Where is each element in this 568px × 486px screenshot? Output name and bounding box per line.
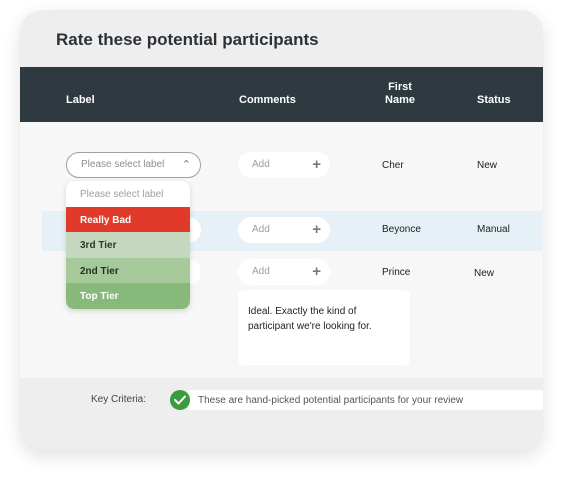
status-cell: New	[474, 268, 495, 279]
status-cell: Manual	[477, 224, 510, 235]
label-dropdown-menu: Please select label Really Bad 3rd Tier …	[66, 181, 190, 309]
plus-icon: +	[312, 156, 321, 173]
table-header: Label Comments First Name Status	[20, 67, 543, 122]
comment-add-label: Add	[252, 159, 270, 170]
participant-rating-card: Rate these potential participants Label …	[20, 10, 543, 450]
comment-add-button[interactable]: Add +	[238, 152, 330, 178]
column-header-status: Status	[477, 94, 511, 106]
plus-icon: +	[312, 221, 321, 238]
column-header-label: Label	[66, 94, 95, 106]
dropdown-option-3rd-tier[interactable]: 3rd Tier	[66, 232, 190, 258]
column-header-first-name: First Name	[385, 81, 415, 106]
page-title: Rate these potential participants	[56, 30, 319, 49]
dropdown-option-2nd-tier[interactable]: 2nd Tier	[66, 257, 190, 284]
key-criteria-label: Key Criteria:	[91, 394, 147, 405]
label-select[interactable]: Please select label ⌃	[66, 152, 201, 178]
chevron-up-icon: ⌃	[181, 159, 191, 171]
check-icon	[170, 390, 190, 410]
first-name-cell: Beyonce	[382, 224, 421, 235]
comment-add-label: Add	[252, 224, 270, 235]
status-cell: New	[477, 160, 498, 171]
label-select-value: Please select label	[81, 159, 165, 170]
dropdown-option-really-bad[interactable]: Really Bad	[66, 206, 190, 233]
comment-add-button[interactable]: Add +	[238, 217, 330, 243]
dropdown-option-top-tier[interactable]: Top Tier	[66, 283, 190, 309]
comment-add-label: Add	[252, 266, 270, 277]
key-criteria-text: These are hand-picked potential particip…	[198, 395, 464, 406]
plus-icon: +	[312, 263, 321, 280]
comment-textbox[interactable]: Ideal. Exactly the kind of participant w…	[238, 290, 410, 365]
comment-add-button[interactable]: Add +	[238, 259, 330, 285]
first-name-cell: Prince	[382, 267, 411, 278]
first-name-cell: Cher	[382, 160, 404, 171]
dropdown-option-placeholder[interactable]: Please select label	[66, 181, 190, 207]
column-header-comments: Comments	[239, 94, 296, 106]
